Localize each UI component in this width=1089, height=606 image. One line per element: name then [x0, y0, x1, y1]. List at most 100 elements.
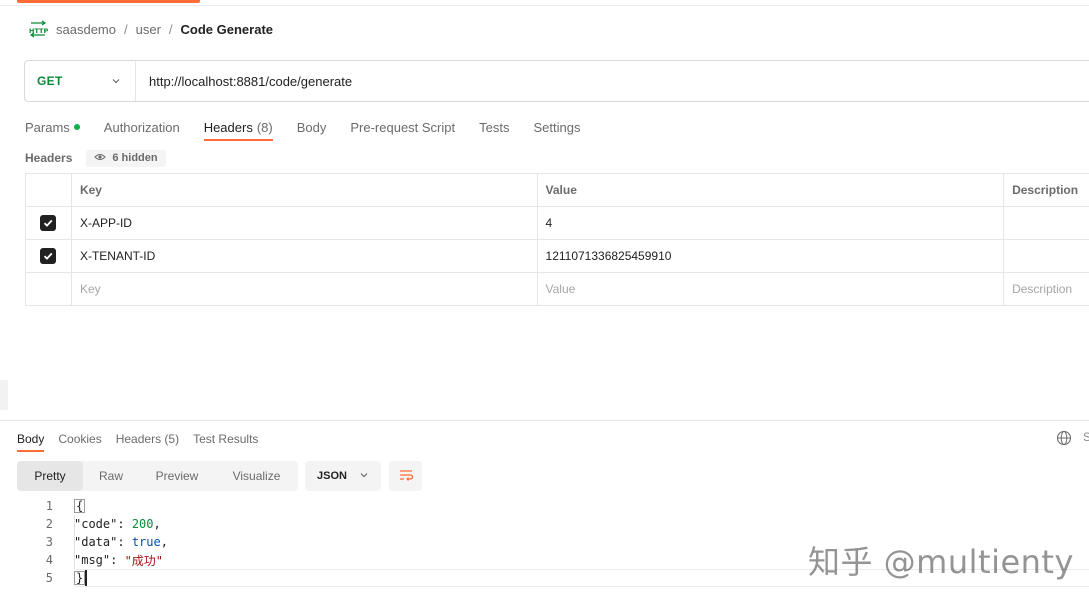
breadcrumb-workspace[interactable]: saasdemo	[56, 22, 116, 37]
text-caret	[85, 570, 88, 586]
response-tabs: Body Cookies Headers (5) Test Results	[17, 425, 258, 452]
code-line: 1 {	[17, 497, 1089, 515]
globe-icon[interactable]	[1056, 430, 1072, 446]
header-key-cell[interactable]: X-APP-ID	[72, 207, 538, 239]
tab-headers[interactable]: Headers (8)	[203, 113, 273, 141]
row-checkbox-cell	[26, 273, 72, 305]
json-string: "成功"	[124, 553, 164, 568]
tab-label: Settings	[533, 119, 581, 135]
url-bar: GET http://localhost:8881/code/generate	[24, 60, 1089, 102]
breadcrumb: HTTP saasdemo / user / Code Generate	[28, 19, 273, 39]
line-number: 2	[45, 517, 53, 531]
check-icon	[44, 219, 53, 227]
url-input[interactable]: http://localhost:8881/code/generate	[136, 74, 352, 89]
tab-test-results[interactable]: Test Results	[193, 425, 258, 452]
headers-table: Key Value Description X-APP-ID 4 X-TENAN…	[25, 173, 1089, 306]
line-number: 4	[45, 553, 53, 567]
new-key-input[interactable]: Key	[72, 273, 538, 305]
json-key: "msg"	[74, 553, 111, 567]
code-line: 2 "code": 200,	[17, 515, 1089, 533]
table-header-row: Key Value Description	[26, 174, 1089, 207]
method-select[interactable]: GET	[25, 61, 136, 101]
http-request-icon: HTTP	[28, 20, 48, 38]
watermark: 知乎 @multienty	[808, 543, 1074, 581]
tab-response-body[interactable]: Body	[17, 425, 45, 452]
method-label: GET	[37, 74, 63, 88]
json-key: "data"	[74, 535, 118, 549]
close-brace: }	[74, 571, 86, 585]
params-active-dot	[73, 124, 80, 130]
tab-bar-divider	[0, 5, 1089, 6]
tab-response-headers[interactable]: Headers (5)	[116, 425, 179, 452]
tab-label: Pre-request Script	[350, 119, 456, 135]
row-checkbox-cell	[26, 240, 72, 272]
wrap-lines-icon	[398, 468, 414, 485]
response-status-truncated: S	[1083, 430, 1089, 444]
view-pretty[interactable]: Pretty	[17, 461, 83, 491]
table-row-empty: Key Value Description	[26, 273, 1089, 306]
open-brace: {	[74, 499, 86, 513]
header-enabled-checkbox[interactable]	[40, 215, 57, 231]
header-description-cell[interactable]	[1004, 240, 1089, 272]
tab-label: Headers	[203, 119, 253, 135]
view-raw[interactable]: Raw	[83, 461, 139, 491]
hidden-count: 6 hidden	[112, 152, 158, 164]
json-comma: ,	[160, 535, 168, 549]
tab-response-cookies[interactable]: Cookies	[58, 425, 101, 452]
chevron-down-icon	[359, 470, 369, 483]
line-number: 3	[45, 535, 53, 549]
tab-label: Body	[296, 119, 327, 135]
json-colon: :	[110, 553, 125, 567]
breadcrumb-separator: /	[168, 21, 173, 37]
tab-settings[interactable]: Settings	[533, 113, 580, 141]
sidebar-edge	[0, 380, 8, 410]
active-tab-indicator	[17, 0, 200, 3]
breadcrumb-collection[interactable]: user	[136, 22, 161, 37]
line-number: 1	[45, 499, 53, 513]
table-row: X-TENANT-ID 1211071336825459910	[26, 240, 1089, 273]
header-cell-checkbox	[26, 174, 72, 206]
header-key-cell[interactable]: X-TENANT-ID	[72, 240, 538, 272]
chevron-down-icon	[111, 74, 121, 89]
tab-params[interactable]: Params	[25, 113, 80, 141]
header-value-cell[interactable]: 4	[538, 207, 1005, 239]
tab-pre-request-script[interactable]: Pre-request Script	[350, 113, 455, 141]
response-pane-divider[interactable]	[0, 420, 1089, 421]
new-description-input[interactable]: Description	[1004, 273, 1089, 305]
view-preview[interactable]: Preview	[139, 461, 215, 491]
json-boolean: true	[131, 535, 161, 549]
tab-label: Tests	[479, 119, 510, 135]
tab-tests[interactable]: Tests	[479, 113, 509, 141]
hidden-headers-toggle[interactable]: 6 hidden	[86, 149, 166, 167]
view-visualize[interactable]: Visualize	[215, 461, 298, 491]
line-number: 5	[45, 571, 53, 585]
column-header-value: Value	[538, 174, 1005, 206]
request-tabs: Params Authorization Headers (8) Body Pr…	[25, 113, 580, 141]
header-value-cell[interactable]: 1211071336825459910	[538, 240, 1005, 272]
response-view-mode: Pretty Raw Preview Visualize	[17, 461, 298, 491]
headers-title: Headers	[25, 151, 73, 165]
wrap-lines-button[interactable]	[389, 461, 422, 491]
json-number: 200	[131, 517, 154, 531]
table-row: X-APP-ID 4	[26, 207, 1089, 240]
tab-authorization[interactable]: Authorization	[104, 113, 180, 141]
row-checkbox-cell	[26, 207, 72, 239]
header-enabled-checkbox[interactable]	[40, 248, 57, 264]
check-icon	[44, 252, 53, 260]
tab-body[interactable]: Body	[297, 113, 327, 141]
header-description-cell[interactable]	[1004, 207, 1089, 239]
request-name[interactable]: Code Generate	[181, 22, 273, 37]
tab-label: Params	[25, 119, 70, 135]
tab-label: Authorization	[103, 119, 180, 135]
eye-icon	[94, 152, 107, 165]
headers-section-header: Headers 6 hidden	[25, 149, 166, 167]
format-select[interactable]: JSON	[305, 461, 381, 491]
column-header-description: Description	[1012, 183, 1079, 197]
json-colon: :	[117, 517, 132, 531]
new-value-input[interactable]: Value	[538, 273, 1005, 305]
breadcrumb-separator: /	[123, 21, 128, 37]
format-label: JSON	[317, 470, 347, 482]
json-key: "code"	[74, 517, 118, 531]
json-colon: :	[117, 535, 132, 549]
json-comma: ,	[153, 517, 161, 531]
